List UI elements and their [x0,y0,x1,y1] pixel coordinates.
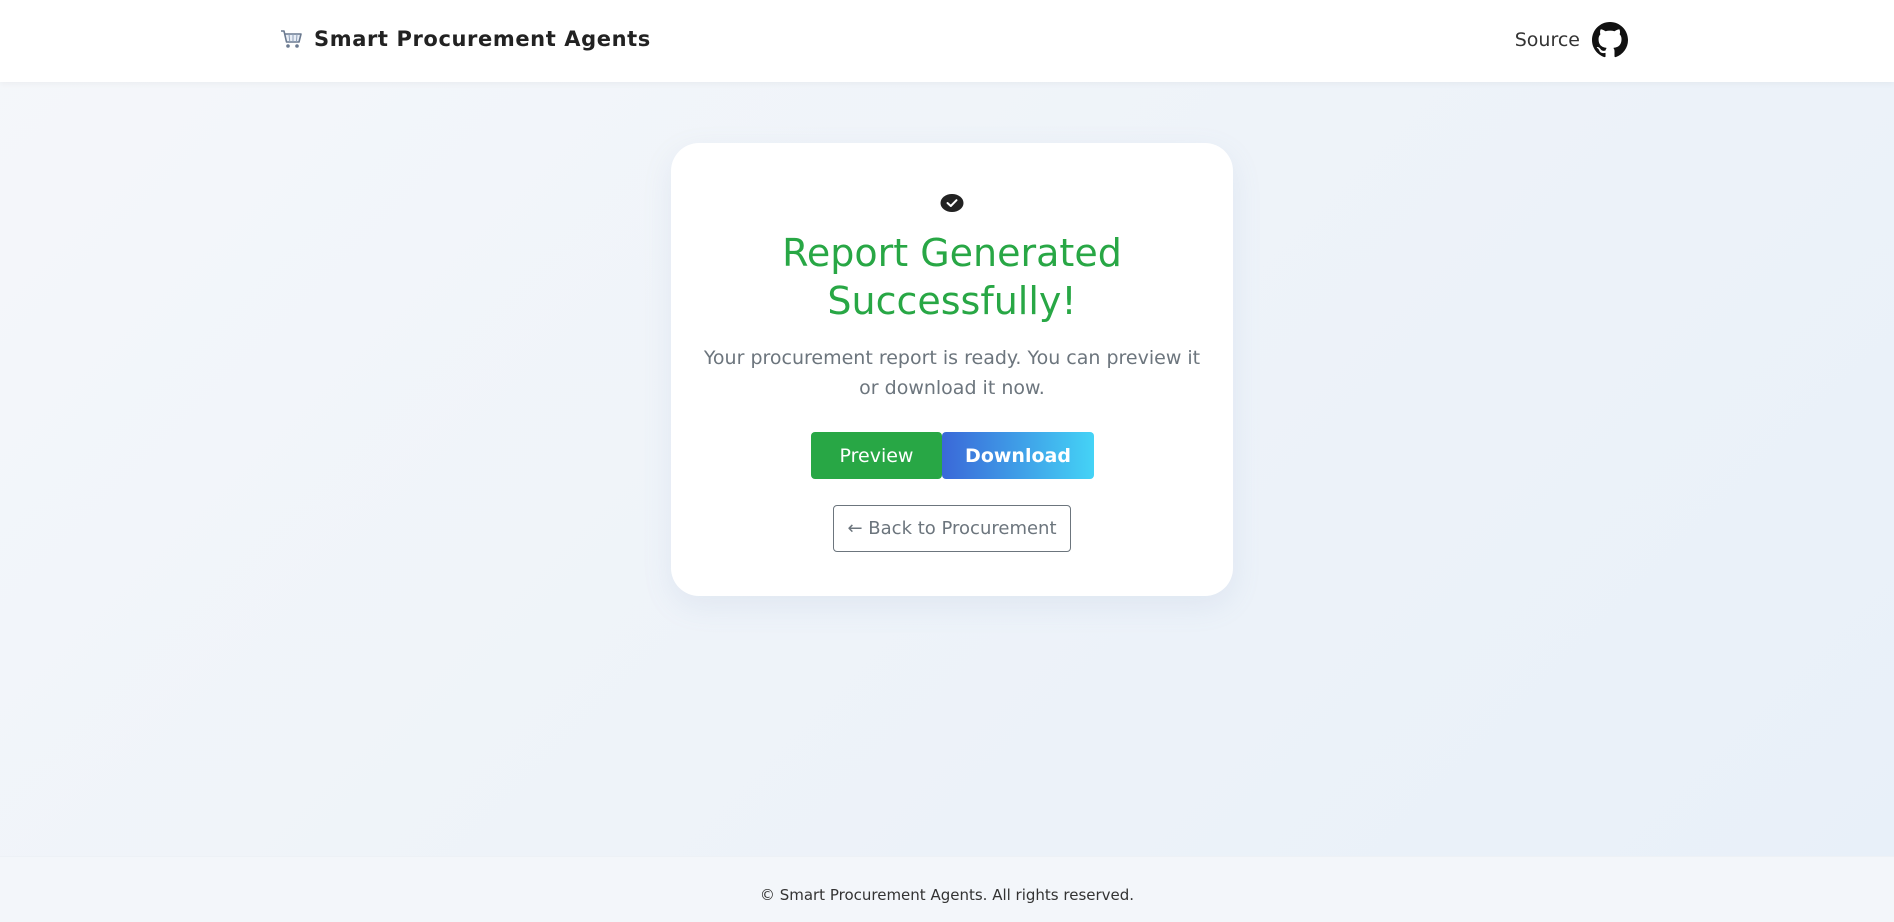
preview-button[interactable]: Preview [811,432,942,479]
footer-copyright: © Smart Procurement Agents. All rights r… [759,886,1135,904]
github-icon [1592,22,1628,58]
back-to-procurement-button[interactable]: ← Back to Procurement [833,505,1071,552]
page-title: Report Generated Successfully! [782,231,1122,323]
success-message: Your procurement report is ready. You ca… [703,347,1201,399]
download-button[interactable]: Download [942,432,1094,479]
navbar: Smart Procurement Agents Source [0,0,1894,82]
action-buttons: Preview Download [811,432,1094,479]
report-card: Report Generated Successfully! Your proc… [671,143,1233,596]
footer: © Smart Procurement Agents. All rights r… [0,856,1894,922]
source-link[interactable]: Source [1515,22,1628,58]
check-circle-icon [940,193,964,213]
brand[interactable]: Smart Procurement Agents [280,27,651,51]
source-label: Source [1514,29,1580,51]
brand-title: Smart Procurement Agents [314,27,651,51]
shopping-cart-icon [280,27,304,51]
